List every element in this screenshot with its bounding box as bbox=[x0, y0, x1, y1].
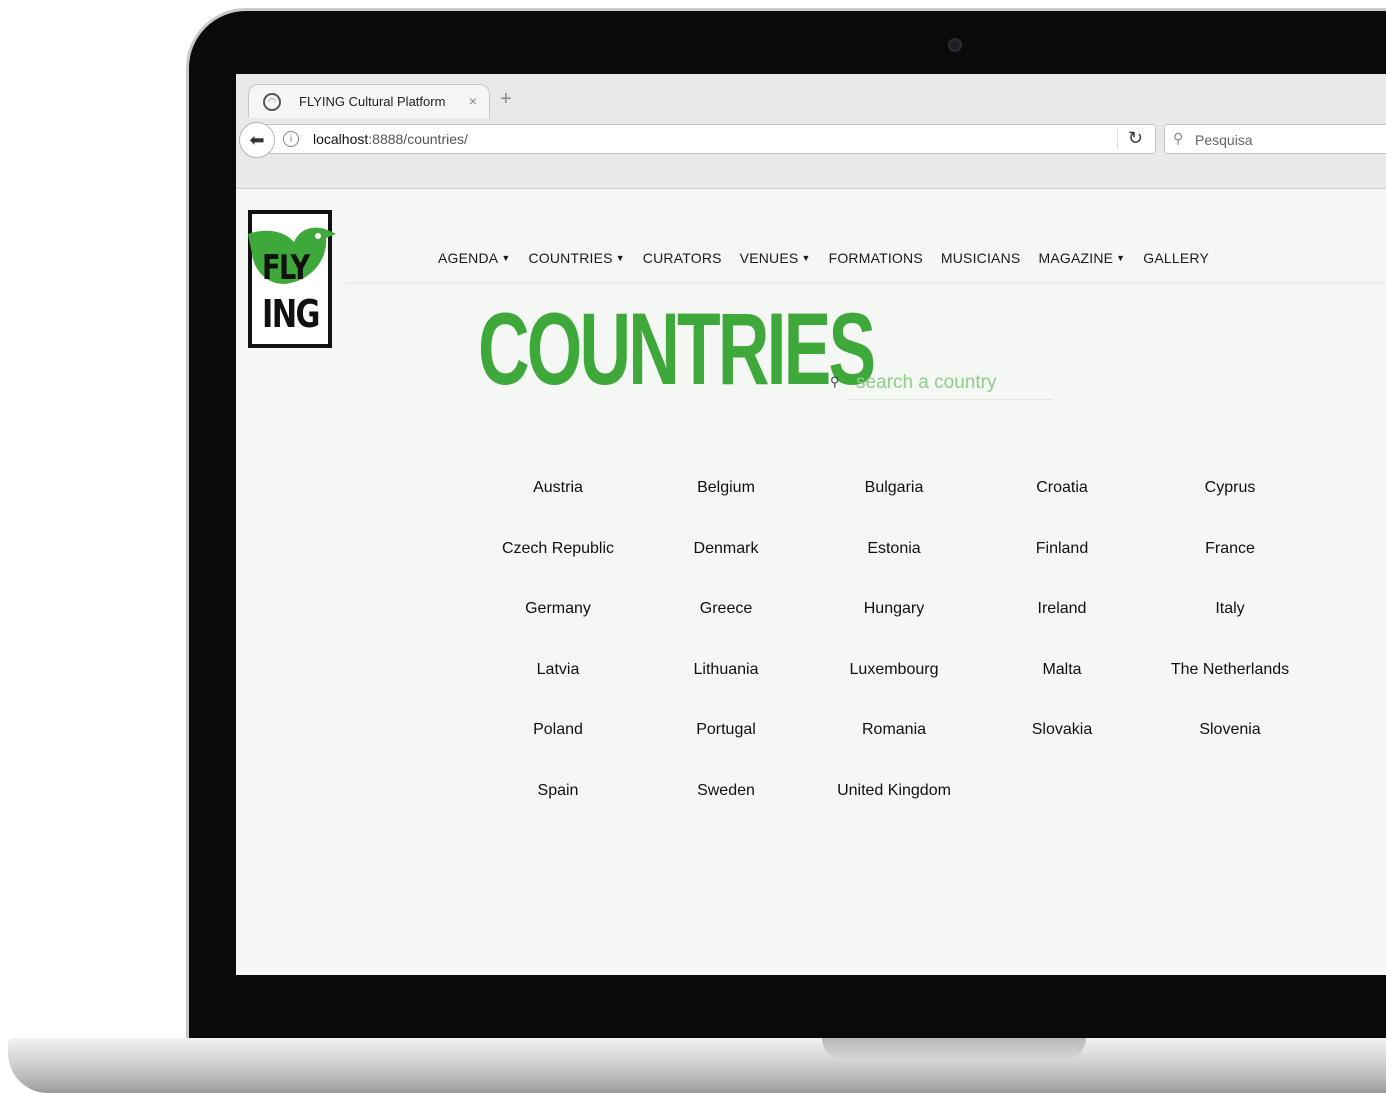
caret-down-icon: ▼ bbox=[615, 253, 625, 263]
country-link[interactable]: Greece bbox=[642, 579, 810, 640]
country-link[interactable]: Sweden bbox=[642, 761, 810, 822]
nav-musicians[interactable]: MUSICIANS bbox=[941, 250, 1021, 266]
country-search-input[interactable] bbox=[848, 366, 1052, 400]
nav-label: CURATORS bbox=[642, 250, 722, 266]
country-link[interactable]: Luxembourg bbox=[810, 640, 978, 701]
nav-agenda[interactable]: AGENDA ▼ bbox=[438, 250, 510, 266]
tab-title: FLYING Cultural Platform bbox=[299, 94, 446, 109]
nav-label: VENUES bbox=[739, 250, 799, 266]
nav-curators[interactable]: CURATORS bbox=[643, 250, 722, 266]
laptop-base bbox=[8, 1038, 1386, 1093]
country-link[interactable]: Czech Republic bbox=[474, 519, 642, 580]
country-grid: Austria Belgium Bulgaria Croatia Cyprus … bbox=[474, 458, 1314, 821]
country-link[interactable]: France bbox=[1146, 519, 1314, 580]
nav-label: MUSICIANS bbox=[940, 250, 1021, 266]
nav-label: GALLERY bbox=[1143, 250, 1210, 266]
country-link[interactable]: Denmark bbox=[642, 519, 810, 580]
country-link[interactable]: Ireland bbox=[978, 579, 1146, 640]
country-link[interactable]: Slovenia bbox=[1146, 700, 1314, 761]
country-link[interactable]: Croatia bbox=[978, 458, 1146, 519]
country-link[interactable]: Austria bbox=[474, 458, 642, 519]
caret-down-icon: ▼ bbox=[1116, 253, 1126, 263]
nav-label: FORMATIONS bbox=[828, 250, 923, 266]
nav-magazine[interactable]: MAGAZINE ▼ bbox=[1038, 250, 1125, 266]
country-link[interactable]: Italy bbox=[1146, 579, 1314, 640]
flying-logo[interactable]: FLY ING bbox=[248, 210, 336, 348]
nav-gallery[interactable]: GALLERY bbox=[1143, 250, 1209, 266]
caret-down-icon: ▼ bbox=[801, 253, 811, 263]
country-link[interactable]: Latvia bbox=[474, 640, 642, 701]
browser-chrome: ◠ FLYING Cultural Platform × + ⬅ i local… bbox=[236, 74, 1386, 189]
browser-search-field[interactable]: ⚲ Pesquisa bbox=[1164, 124, 1386, 154]
nav-label: COUNTRIES bbox=[528, 250, 613, 266]
search-icon: ⚲ bbox=[1173, 130, 1184, 146]
country-link[interactable]: The Netherlands bbox=[1146, 640, 1314, 701]
nav-countries[interactable]: COUNTRIES ▼ bbox=[528, 250, 624, 266]
country-link[interactable]: Lithuania bbox=[642, 640, 810, 701]
country-search: ⚲ bbox=[830, 366, 1052, 400]
nav-formations[interactable]: FORMATIONS bbox=[829, 250, 923, 266]
logo-line-1: FLY bbox=[262, 248, 310, 288]
caret-down-icon: ▼ bbox=[501, 253, 511, 263]
country-link[interactable]: Spain bbox=[474, 761, 642, 822]
country-link[interactable]: Romania bbox=[810, 700, 978, 761]
main-nav: AGENDA ▼ COUNTRIES ▼ CURATORS VENUES ▼ FORM… bbox=[438, 250, 1209, 266]
logo-line-2: ING bbox=[262, 292, 321, 336]
back-arrow-icon[interactable]: ⬅ bbox=[239, 122, 275, 158]
screen: ◠ FLYING Cultural Platform × + ⬅ i local… bbox=[236, 74, 1386, 975]
nav-divider bbox=[346, 282, 1386, 284]
page-title: COUNTRIES bbox=[478, 292, 876, 406]
reload-icon[interactable]: ↻ bbox=[1116, 128, 1143, 149]
country-link[interactable]: Belgium bbox=[642, 458, 810, 519]
country-link[interactable]: Germany bbox=[474, 579, 642, 640]
address-bar[interactable]: ⬅ i localhost:8888/countries/ ↻ bbox=[239, 122, 1156, 158]
country-link[interactable]: Cyprus bbox=[1146, 458, 1314, 519]
search-icon: ⚲ bbox=[830, 374, 840, 389]
country-link[interactable]: Slovakia bbox=[978, 700, 1146, 761]
info-icon[interactable]: i bbox=[283, 131, 299, 147]
laptop-notch bbox=[822, 1038, 1086, 1060]
country-link[interactable]: Finland bbox=[978, 519, 1146, 580]
nav-venues[interactable]: VENUES ▼ bbox=[740, 250, 811, 266]
globe-icon: ◠ bbox=[263, 92, 281, 111]
browser-tab[interactable]: ◠ FLYING Cultural Platform × bbox=[248, 84, 490, 118]
country-link[interactable]: Portugal bbox=[642, 700, 810, 761]
url-path: :8888/countries/ bbox=[368, 131, 468, 147]
country-link[interactable]: United Kingdom bbox=[810, 761, 978, 822]
country-link[interactable]: Bulgaria bbox=[810, 458, 978, 519]
camera bbox=[948, 38, 962, 52]
close-tab-icon[interactable]: × bbox=[469, 93, 477, 109]
url-text[interactable]: localhost:8888/countries/ bbox=[313, 131, 468, 147]
country-link[interactable]: Malta bbox=[978, 640, 1146, 701]
browser-search-placeholder: Pesquisa bbox=[1195, 132, 1253, 148]
nav-label: AGENDA bbox=[438, 250, 499, 266]
country-link[interactable]: Poland bbox=[474, 700, 642, 761]
country-link[interactable]: Estonia bbox=[810, 519, 978, 580]
url-host: localhost bbox=[313, 131, 369, 147]
country-link[interactable]: Hungary bbox=[810, 579, 978, 640]
new-tab-button[interactable]: + bbox=[500, 88, 512, 111]
nav-label: MAGAZINE bbox=[1038, 250, 1114, 266]
web-page: FLY ING AGENDA ▼ COUNTRIES ▼ CURATORS VENU… bbox=[236, 190, 1386, 975]
